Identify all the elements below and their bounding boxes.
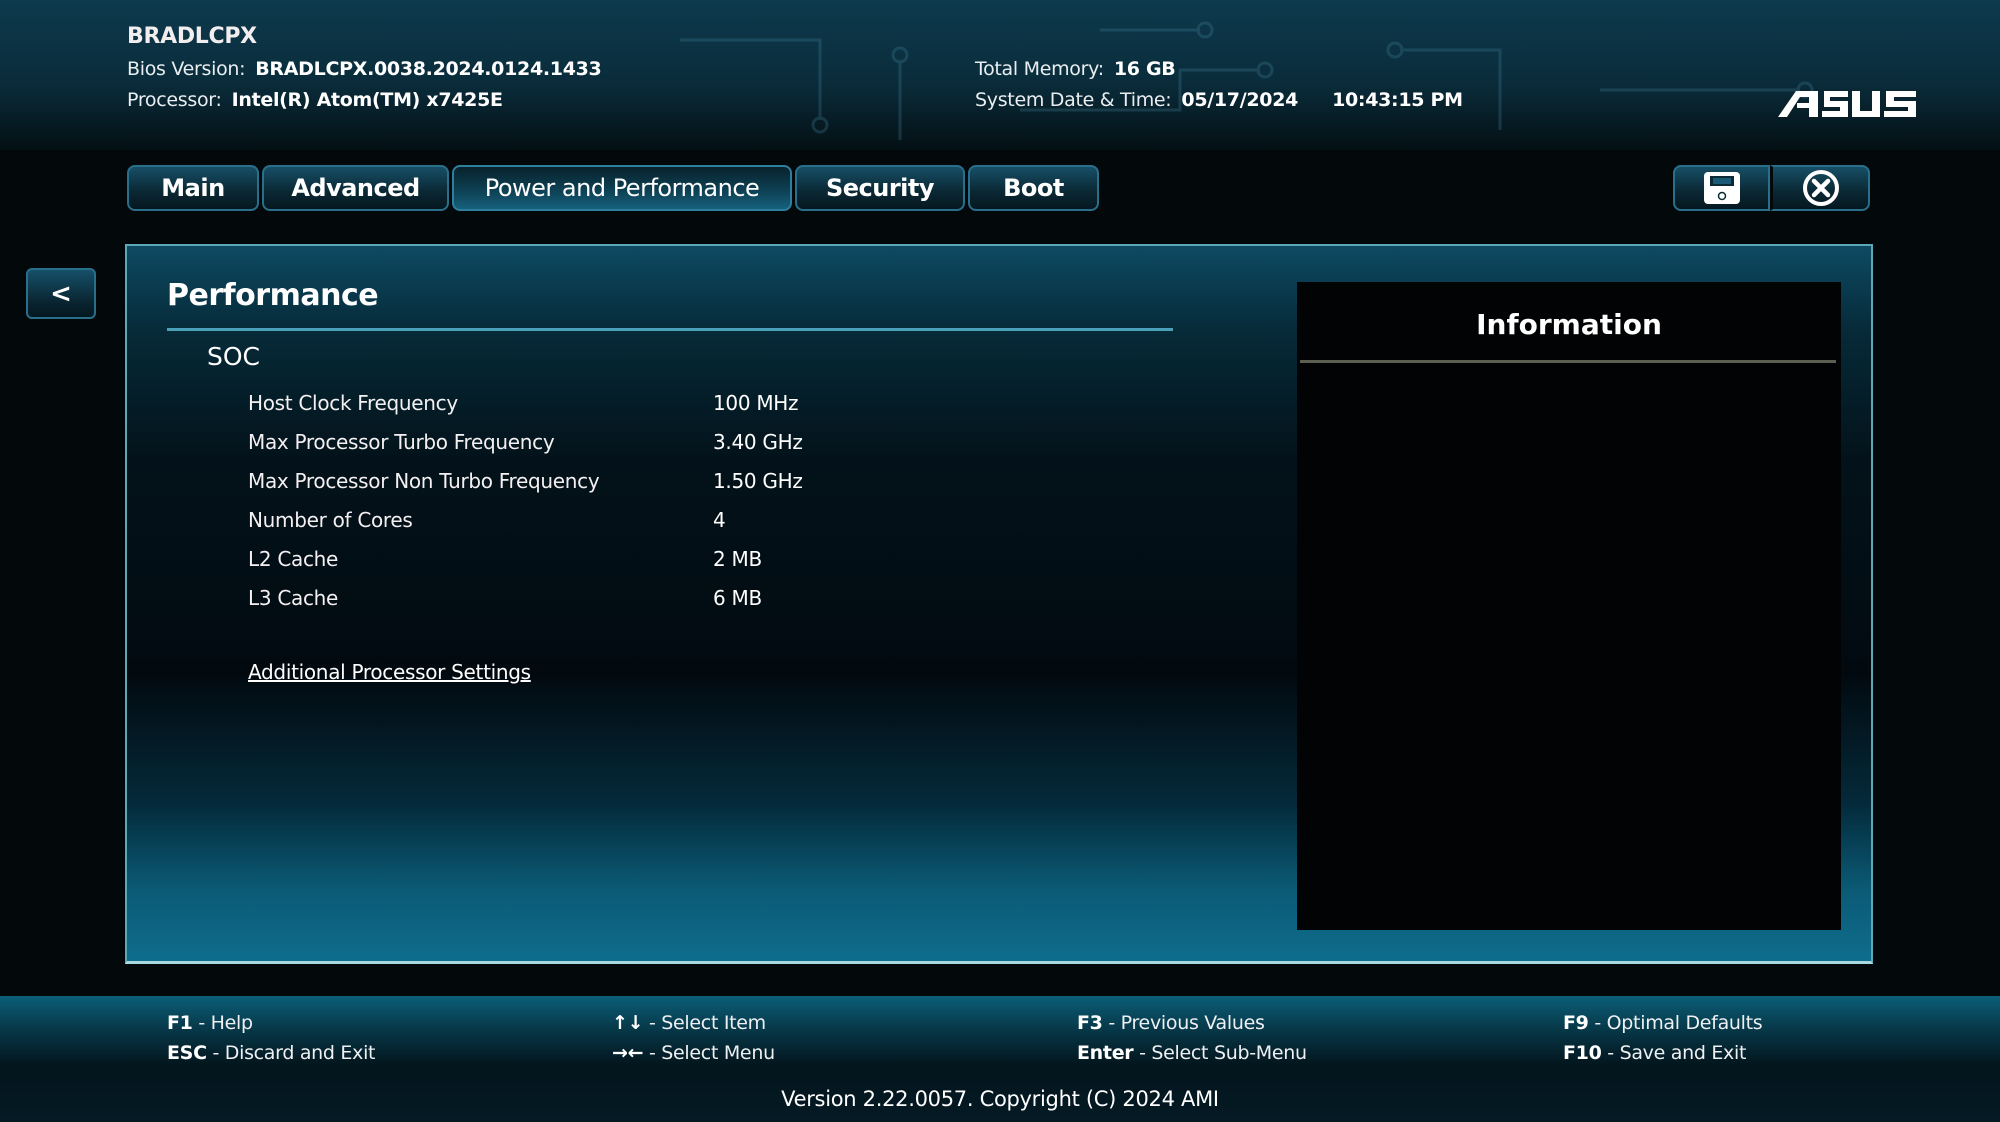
setting-row[interactable]: Host Clock Frequency 100 MHz <box>248 383 803 422</box>
bios-version-label: Bios Version: <box>127 58 246 80</box>
main-tab-bar: Main Advanced Power and Performance Secu… <box>127 165 1099 211</box>
setting-label: Number of Cores <box>248 507 413 532</box>
help-key: Enter <box>1077 1042 1134 1064</box>
setting-label: Host Clock Frequency <box>248 390 458 415</box>
help-desc: - Optimal Defaults <box>1588 1012 1763 1034</box>
setting-label: L3 Cache <box>248 585 339 610</box>
bios-version-value: BRADLCPX.0038.2024.0124.1433 <box>255 58 602 80</box>
system-time-value: 10:43:15 PM <box>1332 89 1463 111</box>
help-f3: F3 - Previous Values <box>1077 1012 1265 1034</box>
up-down-arrows-icon: ↑↓ <box>612 1012 644 1034</box>
group-title-soc: SOC <box>207 342 261 371</box>
floppy-disk-icon <box>1703 172 1740 204</box>
setting-value: 2 MB <box>713 546 762 571</box>
setting-value: 1.50 GHz <box>713 468 803 493</box>
setting-value: 3.40 GHz <box>713 429 803 454</box>
help-f9: F9 - Optimal Defaults <box>1563 1012 1763 1034</box>
help-desc: - Select Item <box>643 1012 766 1034</box>
help-f1: F1 - Help <box>167 1012 253 1034</box>
processor-value: Intel(R) Atom(TM) x7425E <box>231 89 503 111</box>
help-f10: F10 - Save and Exit <box>1563 1042 1746 1064</box>
copyright-text: Version 2.22.0057. Copyright (C) 2024 AM… <box>781 1087 1219 1111</box>
action-buttons <box>1673 165 1870 211</box>
help-esc: ESC - Discard and Exit <box>167 1042 376 1064</box>
board-name: BRADLCPX <box>127 24 257 49</box>
information-title: Information <box>1476 308 1662 341</box>
setting-label: L2 Cache <box>248 546 339 571</box>
setting-value: 6 MB <box>713 585 762 610</box>
setting-label: Max Processor Non Turbo Frequency <box>248 468 600 493</box>
asus-logo <box>1778 91 1916 117</box>
system-date-time-line: System Date & Time: 05/17/2024 10:43:15 PM <box>975 89 1463 111</box>
help-key: F3 <box>1077 1012 1103 1034</box>
setting-row[interactable]: Number of Cores 4 <box>248 500 803 539</box>
title-divider <box>167 328 1173 331</box>
additional-processor-settings-link[interactable]: Additional Processor Settings <box>248 660 531 684</box>
setting-label: Max Processor Turbo Frequency <box>248 429 555 454</box>
help-select-menu: →← - Select Menu <box>612 1042 775 1064</box>
help-desc: - Select Menu <box>643 1042 775 1064</box>
tab-advanced[interactable]: Advanced <box>262 165 449 211</box>
system-date-value: 05/17/2024 <box>1181 89 1299 111</box>
total-memory-label: Total Memory: <box>975 58 1104 80</box>
setting-value: 100 MHz <box>713 390 799 415</box>
help-desc: - Save and Exit <box>1601 1042 1747 1064</box>
circuit-pattern-decoration <box>680 21 1814 140</box>
help-select-item: ↑↓ - Select Item <box>612 1012 766 1034</box>
help-key: ESC <box>167 1042 207 1064</box>
total-memory-value: 16 GB <box>1113 58 1176 80</box>
help-key: F9 <box>1563 1012 1589 1034</box>
tab-security[interactable]: Security <box>795 165 965 211</box>
total-memory-line: Total Memory: 16 GB <box>975 58 1176 80</box>
help-enter: Enter - Select Sub-Menu <box>1077 1042 1307 1064</box>
processor-label: Processor: <box>127 89 222 111</box>
setting-row[interactable]: L3 Cache 6 MB <box>248 578 803 617</box>
tab-boot[interactable]: Boot <box>968 165 1099 211</box>
setting-row[interactable]: Max Processor Non Turbo Frequency 1.50 G… <box>248 461 803 500</box>
help-key: F10 <box>1563 1042 1602 1064</box>
information-panel: Information <box>1297 282 1841 930</box>
setting-row[interactable]: Max Processor Turbo Frequency 3.40 GHz <box>248 422 803 461</box>
page-title: Performance <box>167 278 379 313</box>
back-button[interactable]: < <box>26 268 96 319</box>
help-desc: - Select Sub-Menu <box>1133 1042 1307 1064</box>
circle-x-icon <box>1802 170 1839 206</box>
date-time-label: System Date & Time: <box>975 89 1172 111</box>
setting-row[interactable]: L2 Cache 2 MB <box>248 539 803 578</box>
help-desc: - Discard and Exit <box>206 1042 376 1064</box>
tab-power-and-performance[interactable]: Power and Performance <box>452 165 792 211</box>
exit-button[interactable] <box>1770 165 1870 211</box>
save-button[interactable] <box>1673 165 1770 211</box>
settings-list: Host Clock Frequency 100 MHz Max Process… <box>248 383 803 617</box>
bios-version-line: Bios Version: BRADLCPX.0038.2024.0124.143… <box>127 58 602 80</box>
information-divider <box>1300 360 1836 363</box>
tab-main[interactable]: Main <box>127 165 259 211</box>
help-desc: - Previous Values <box>1102 1012 1265 1034</box>
help-desc: - Help <box>192 1012 253 1034</box>
processor-line: Processor: Intel(R) Atom(TM) x7425E <box>127 89 503 111</box>
setting-value: 4 <box>713 507 726 532</box>
help-key: F1 <box>167 1012 193 1034</box>
main-content-panel: Performance SOC Host Clock Frequency 100… <box>125 244 1873 964</box>
left-right-arrows-icon: →← <box>612 1042 644 1064</box>
